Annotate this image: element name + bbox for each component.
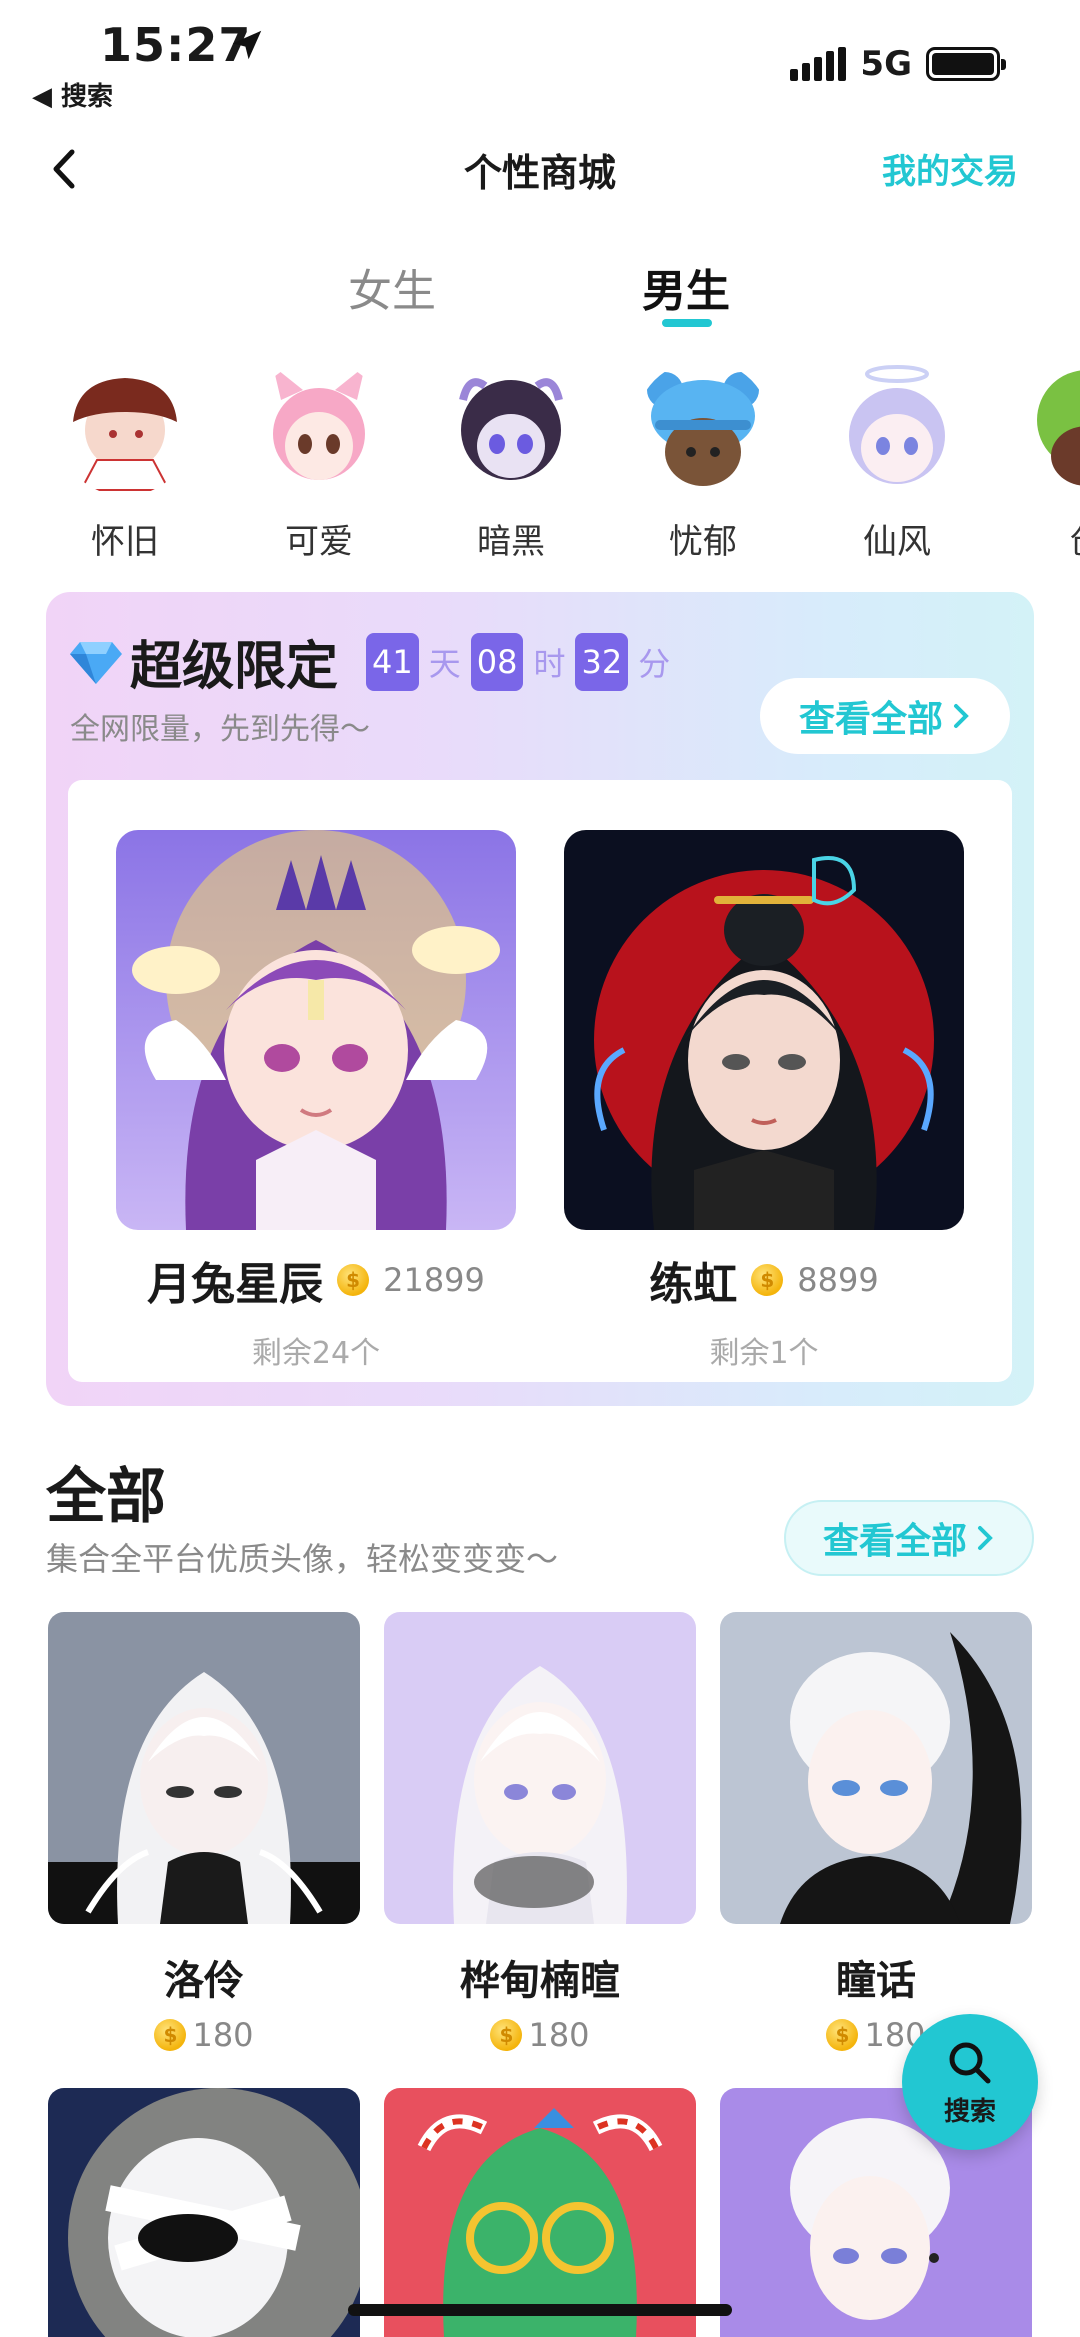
- limited-item-price: 21899: [383, 1261, 485, 1299]
- product-price-row: 180: [384, 2016, 696, 2054]
- battery-icon: [926, 47, 1006, 81]
- limited-item-remaining: 剩余1个: [709, 1336, 819, 1371]
- countdown-minutes: 32: [575, 632, 629, 691]
- product-card[interactable]: 瞳话 180: [720, 1612, 1032, 2054]
- category-label: 仙风: [863, 522, 931, 560]
- lianhong-avatar-image: [564, 830, 964, 1230]
- cute-avatar-icon: [273, 366, 365, 480]
- product-name: 洛伶: [164, 1958, 244, 2004]
- product-price-row: 180: [48, 2016, 360, 2054]
- countdown-hours: 08: [470, 632, 524, 691]
- moon-rabbit-avatar-image: [116, 830, 516, 1230]
- limited-item-card[interactable]: 练虹 8899 剩余1个: [564, 830, 964, 1372]
- nav-bar: 个性商城 我的交易: [0, 120, 1080, 220]
- limited-item-name: 月兔星辰: [147, 1259, 324, 1310]
- limited-items-panel: 月兔星辰 21899 剩余24个: [68, 780, 1012, 1382]
- product-name: 瞳话: [836, 1958, 916, 2004]
- dollar-glasses-avatar-image: [384, 2088, 696, 2337]
- category-nostalgia[interactable]: 怀旧: [50, 360, 200, 560]
- home-indicator[interactable]: [348, 2304, 732, 2316]
- location-arrow-icon: [232, 30, 262, 60]
- chevron-right-icon: [954, 704, 969, 728]
- limited-item-name: 练虹: [649, 1259, 738, 1310]
- limited-item-price: 8899: [797, 1261, 879, 1299]
- category-cute[interactable]: 可爱: [244, 360, 394, 560]
- gender-tabs: 女生 男生: [0, 255, 1080, 335]
- limited-title-row: 超级限定 41 天 08 时 32 分: [70, 624, 680, 699]
- limited-title: 超级限定: [130, 637, 339, 697]
- countdown-minutes-unit: 分: [638, 644, 671, 683]
- product-card[interactable]: 洛伶 180: [48, 1612, 360, 2054]
- melancholy-avatar-icon: [647, 372, 759, 486]
- countdown-days-unit: 天: [428, 644, 461, 683]
- category-label: 暗黑: [477, 522, 545, 560]
- bandaged-avatar-image: [48, 2088, 360, 2337]
- product-card[interactable]: [384, 2088, 696, 2337]
- product-price: 180: [192, 2016, 254, 2054]
- category-dark[interactable]: 暗黑: [436, 360, 586, 560]
- limited-item-name-row: 月兔星辰 21899: [116, 1248, 516, 1312]
- product-card[interactable]: [48, 2088, 360, 2337]
- creative-avatar-icon: [1037, 370, 1080, 486]
- category-creative[interactable]: 创: [1012, 360, 1080, 560]
- category-label: 可爱: [285, 522, 353, 560]
- product-price: 180: [528, 2016, 590, 2054]
- coin-icon: [154, 2019, 187, 2051]
- dark-avatar-icon: [459, 378, 563, 480]
- limited-item-name-row: 练虹 8899: [564, 1248, 964, 1312]
- super-limited-section: 超级限定 41 天 08 时 32 分 全网限量，先到先得～ 查看全部 月兔星辰…: [46, 592, 1034, 1406]
- limited-item-card[interactable]: 月兔星辰 21899 剩余24个: [116, 830, 516, 1372]
- luoling-avatar-image: [48, 1612, 360, 1924]
- search-fab-button[interactable]: 搜索: [902, 2014, 1038, 2150]
- signal-icon: [790, 47, 847, 81]
- tab-active-indicator: [662, 319, 712, 327]
- chevron-right-icon: [978, 1526, 993, 1550]
- coin-icon: [826, 2019, 859, 2051]
- coin-icon: [337, 1264, 370, 1296]
- view-all-label: 查看全部: [822, 1521, 967, 1562]
- search-icon: [949, 2042, 991, 2083]
- category-label: 忧郁: [669, 522, 737, 560]
- search-fab-label: 搜索: [943, 2096, 996, 2127]
- category-fairy[interactable]: 仙风: [822, 360, 972, 560]
- tab-male[interactable]: 男生: [642, 255, 730, 319]
- back-to-app-link[interactable]: ◀ 搜索: [32, 76, 113, 113]
- product-name: 桦甸楠暄: [460, 1958, 620, 2004]
- countdown-days: 41: [366, 632, 419, 691]
- category-melancholy[interactable]: 忧郁: [628, 360, 778, 560]
- view-all-label: 查看全部: [798, 699, 943, 740]
- tonghua-avatar-image: [720, 1612, 1032, 1924]
- my-trades-link[interactable]: 我的交易: [882, 144, 1018, 193]
- nostalgia-avatar-icon: [73, 378, 177, 491]
- category-row: 怀旧 可爱 暗黑 忧郁 仙风: [0, 360, 1080, 560]
- coin-icon: [490, 2019, 523, 2051]
- all-section-title: 全部: [46, 1462, 166, 1532]
- product-card[interactable]: 桦甸楠暄 180: [384, 1612, 696, 2054]
- network-type: 5G: [860, 44, 912, 84]
- diamond-icon: [70, 641, 122, 684]
- category-label: 创: [1012, 514, 1080, 560]
- limited-view-all-button[interactable]: 查看全部: [760, 678, 1010, 754]
- limited-item-remaining: 剩余24个: [251, 1336, 381, 1371]
- countdown-hours-unit: 时: [533, 644, 566, 683]
- fairy-avatar-icon: [849, 365, 945, 484]
- limited-subtitle: 全网限量，先到先得～: [70, 712, 370, 747]
- status-indicators: 5G: [790, 44, 1006, 84]
- status-bar: 15:27 ◀ 搜索 5G: [0, 0, 1080, 120]
- countdown-timer: 41 天 08 时 32 分: [366, 632, 680, 691]
- huadian-avatar-image: [384, 1612, 696, 1924]
- all-section-subtitle: 集合全平台优质头像，轻松变变变～: [46, 1540, 559, 1578]
- all-view-all-button[interactable]: 查看全部: [784, 1500, 1034, 1576]
- tab-female[interactable]: 女生: [348, 255, 436, 319]
- coin-icon: [751, 1264, 784, 1296]
- category-label: 怀旧: [91, 522, 159, 560]
